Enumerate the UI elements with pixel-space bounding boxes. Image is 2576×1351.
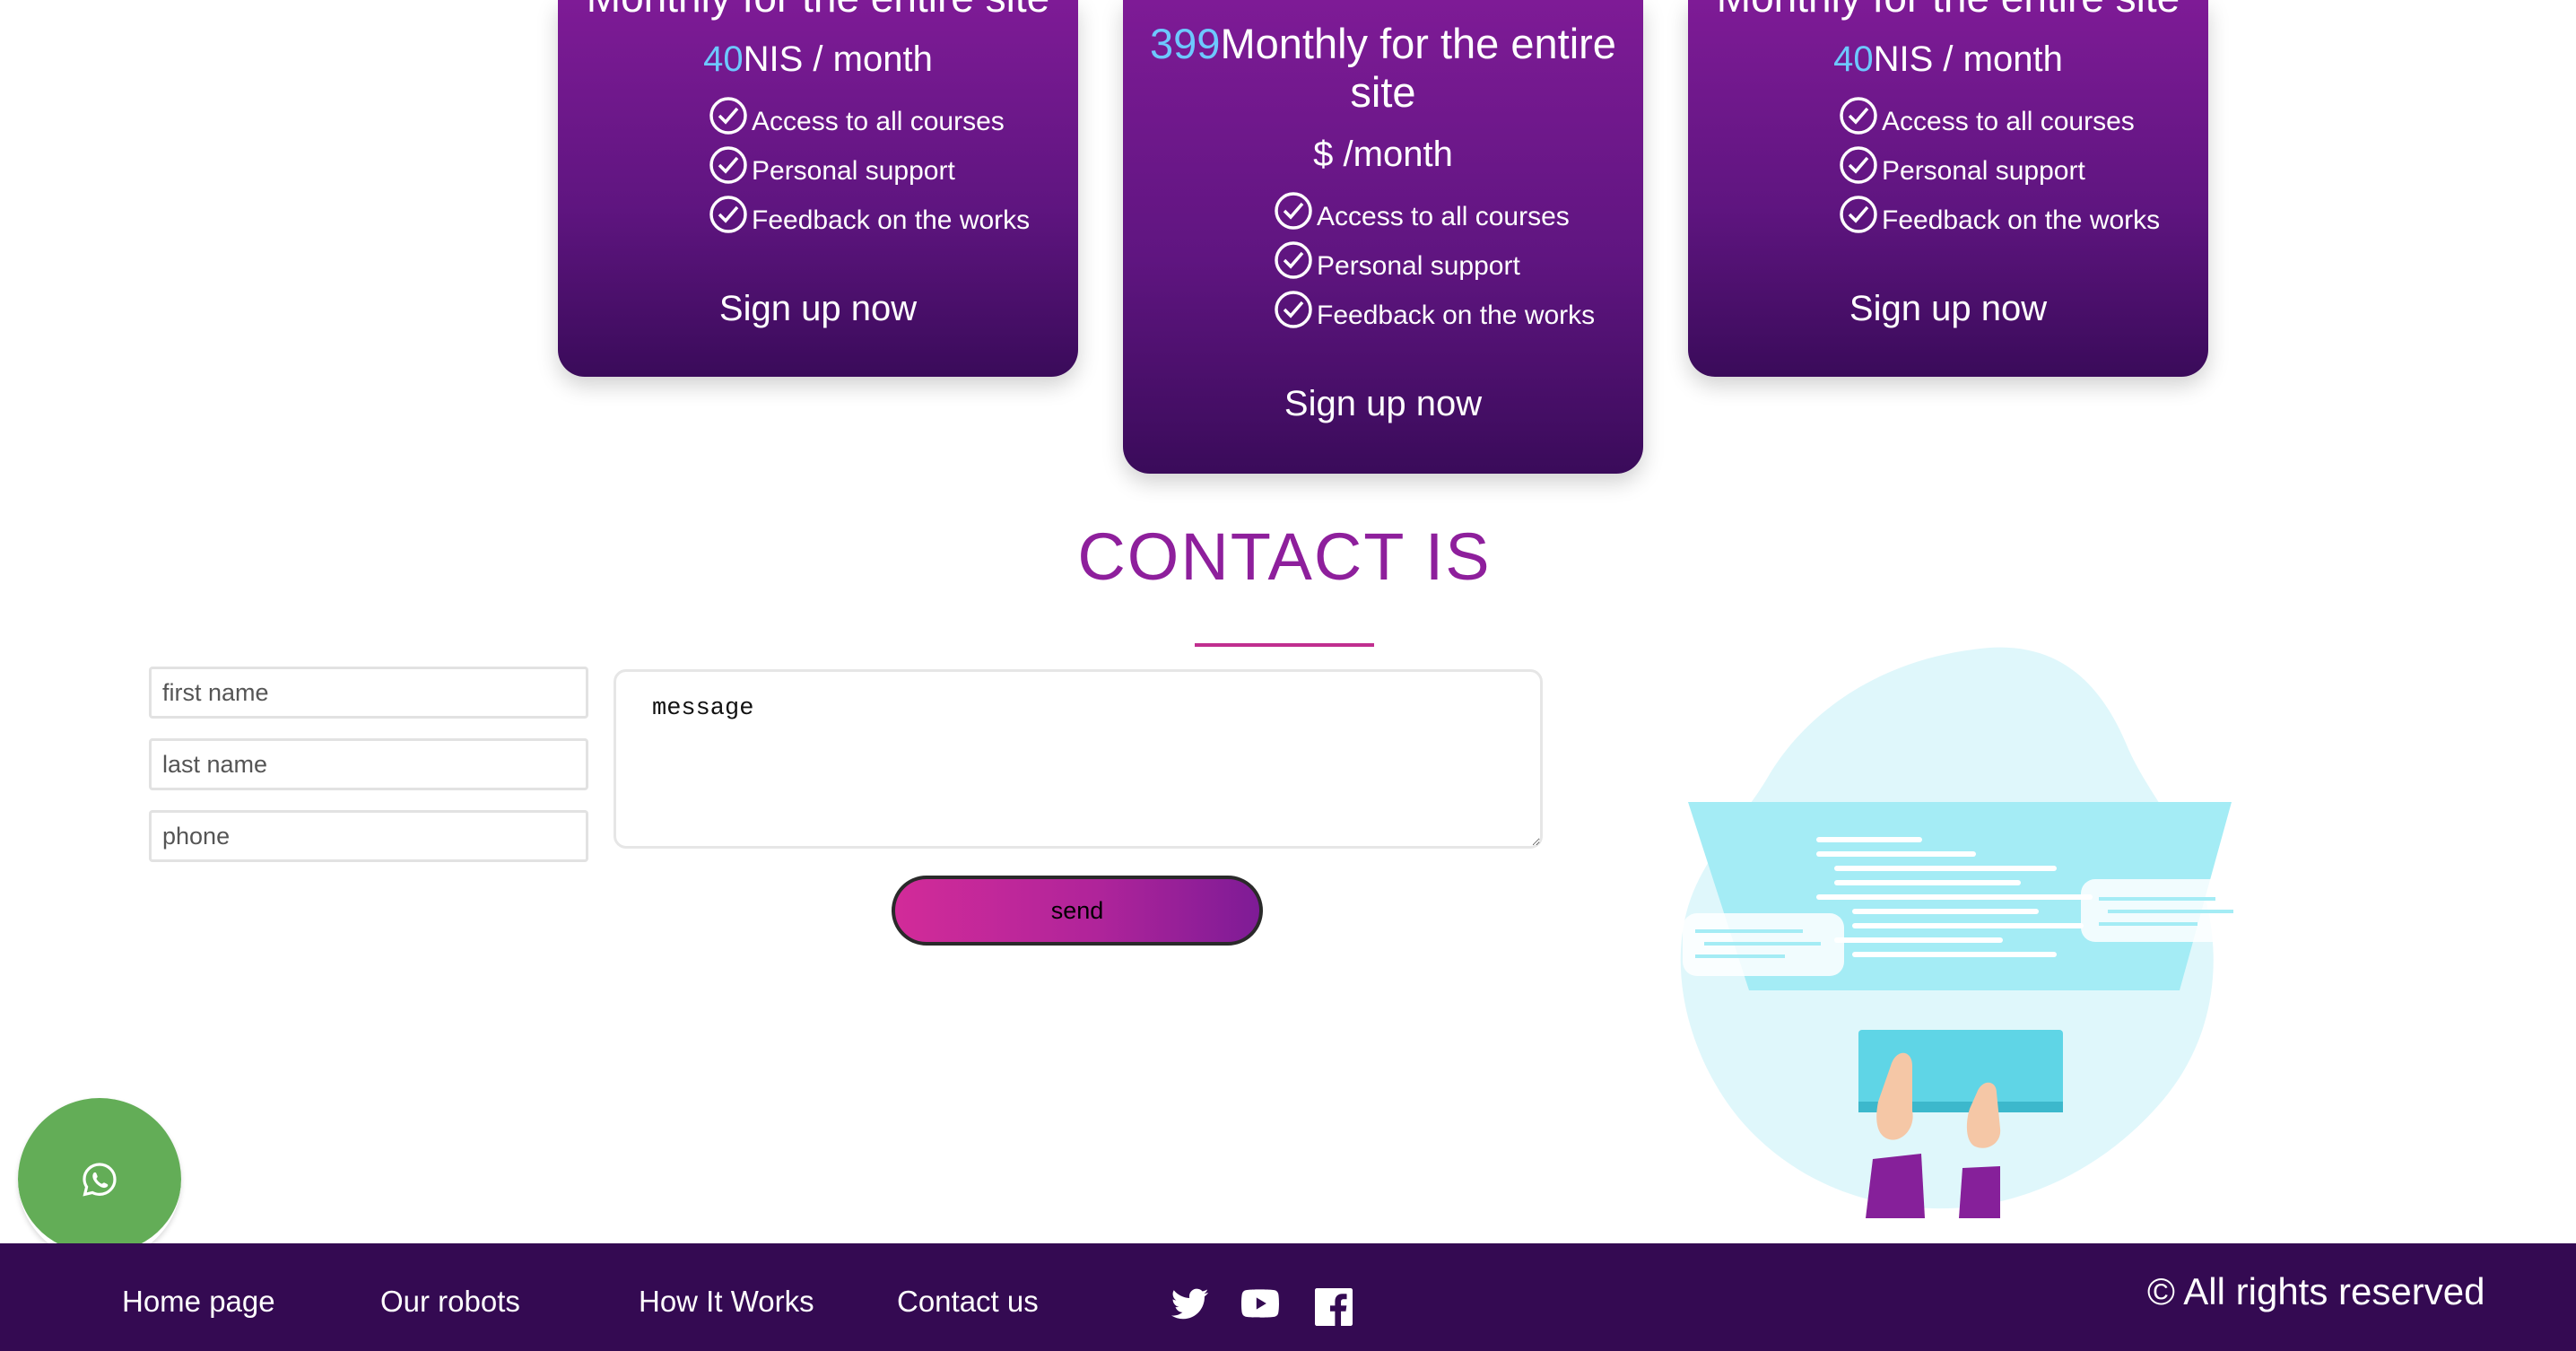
footer-link-how-it-works[interactable]: How It Works — [639, 1285, 814, 1319]
check-circle-icon — [1840, 196, 1877, 233]
feature-item: Access to all courses — [1123, 192, 1643, 241]
pricing-card-left: Monthly for the entire site 40NIS / mont… — [558, 0, 1078, 377]
floating-card-left — [1683, 913, 1844, 976]
plan-title: Monthly for the entire site — [1688, 0, 2208, 22]
plan-title-text: Monthly for the entire site — [1220, 20, 1616, 116]
youtube-icon[interactable] — [1241, 1288, 1279, 1319]
facebook-icon[interactable] — [1315, 1288, 1353, 1326]
check-circle-icon — [1840, 146, 1877, 184]
footer-link-our-robots[interactable]: Our robots — [380, 1285, 520, 1319]
feature-label: Access to all courses — [752, 107, 1005, 136]
feature-item: Feedback on the works — [1123, 291, 1643, 340]
feature-label: Personal support — [1882, 156, 2085, 186]
check-circle-icon — [709, 97, 747, 135]
whatsapp-icon — [83, 1163, 117, 1197]
price-number: 40 — [703, 39, 744, 79]
plan-price: $ /month — [1313, 135, 1453, 174]
feature-item: Feedback on the works — [558, 196, 1078, 245]
feature-item: Feedback on the works — [1688, 196, 2208, 245]
first-name-field[interactable] — [149, 667, 588, 719]
check-circle-icon — [1840, 97, 1877, 135]
feature-item: Personal support — [1123, 241, 1643, 291]
check-circle-icon — [1275, 291, 1312, 328]
send-button[interactable]: send — [892, 876, 1263, 946]
phone-field[interactable] — [149, 810, 588, 862]
feature-label: Personal support — [752, 156, 955, 186]
feature-list: Access to all courses Personal support F… — [1123, 192, 1643, 340]
check-circle-icon — [709, 196, 747, 233]
check-circle-icon — [1275, 192, 1312, 230]
feature-item: Personal support — [558, 146, 1078, 196]
sign-up-button[interactable]: Sign up now — [1123, 384, 1643, 424]
footer-link-contact[interactable]: Contact us — [897, 1285, 1039, 1319]
twitter-icon[interactable] — [1171, 1288, 1209, 1320]
last-name-field[interactable] — [149, 738, 588, 790]
footer-link-home[interactable]: Home page — [122, 1285, 275, 1319]
feature-label: Feedback on the works — [1317, 301, 1596, 330]
feature-item: Access to all courses — [1688, 97, 2208, 146]
feature-list: Access to all courses Personal support F… — [558, 97, 1078, 245]
heading-underline — [1195, 643, 1374, 647]
plan-price: 40NIS / month — [1688, 39, 2208, 80]
plan-title: Monthly for the entire site — [558, 0, 1078, 22]
feature-item: Personal support — [1688, 146, 2208, 196]
check-circle-icon — [709, 146, 747, 184]
plan-price: 40NIS / month — [558, 39, 1078, 80]
sign-up-button[interactable]: Sign up now — [1688, 289, 2208, 329]
feature-label: Personal support — [1317, 251, 1520, 281]
price-number: 40 — [1833, 39, 1874, 79]
feature-label: Access to all courses — [1882, 107, 2135, 136]
feature-label: Access to all courses — [1317, 202, 1570, 231]
feature-label: Feedback on the works — [752, 205, 1031, 235]
message-field[interactable] — [614, 669, 1543, 849]
coding-illustration — [1680, 647, 2251, 1218]
copyright-text: © All rights reserved — [2147, 1270, 2485, 1312]
feature-label: Feedback on the works — [1882, 205, 2161, 235]
price-suffix: NIS / month — [743, 39, 933, 79]
check-circle-icon — [1275, 241, 1312, 279]
price-suffix: NIS / month — [1873, 39, 2063, 79]
floating-card-right — [2081, 879, 2251, 942]
plan-title: 399Monthly for the entire site — [1123, 20, 1643, 117]
price-number: 399 — [1150, 20, 1221, 67]
pricing-card-right: Monthly for the entire site 40NIS / mont… — [1688, 0, 2208, 377]
sign-up-button[interactable]: Sign up now — [558, 289, 1078, 329]
feature-list: Access to all courses Personal support F… — [1688, 97, 2208, 245]
whatsapp-button[interactable] — [18, 1098, 181, 1261]
footer: Home page Our robots How It Works Contac… — [0, 1243, 2576, 1351]
pricing-card-middle: 399Monthly for the entire site $ /month … — [1123, 0, 1643, 474]
contact-heading: CONTACT IS — [1077, 519, 1492, 594]
feature-item: Access to all courses — [558, 97, 1078, 146]
